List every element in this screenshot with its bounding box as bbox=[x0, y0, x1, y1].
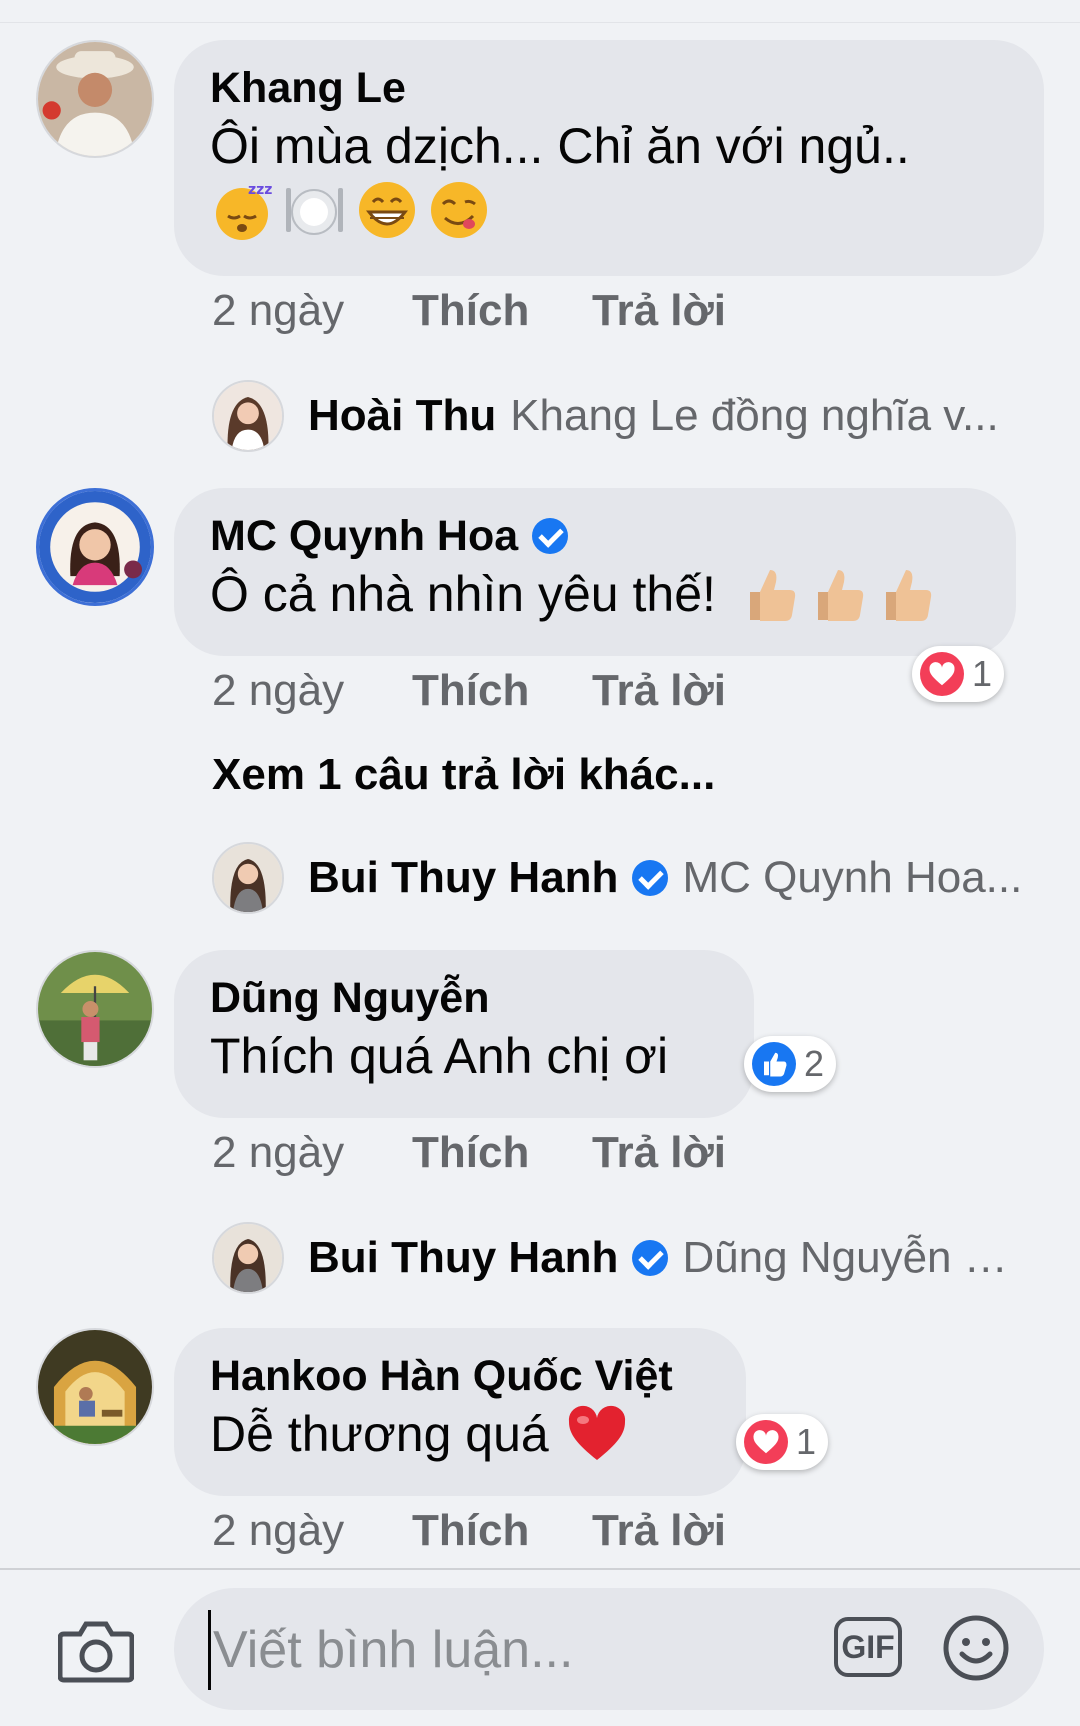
comment-time[interactable]: 2 ngày bbox=[212, 286, 412, 336]
svg-text:zzz: zzz bbox=[248, 182, 272, 198]
reaction-summary[interactable]: 2 bbox=[744, 1036, 837, 1092]
thumbs-up-icon bbox=[736, 562, 800, 626]
thumbs-up-icon bbox=[804, 562, 868, 626]
reply-author-name[interactable]: Bui Thuy Hanh bbox=[308, 853, 618, 903]
comment-author-name[interactable]: MC Quynh Hoa bbox=[210, 510, 518, 562]
reply-author-name[interactable]: Bui Thuy Hanh bbox=[308, 1233, 618, 1283]
comment-emojis: zzz bbox=[210, 178, 1008, 242]
reply-button[interactable]: Trả lời bbox=[592, 1128, 726, 1178]
comment-bubble[interactable]: MC Quynh Hoa Ô cả nhà nhìn yêu thế! bbox=[174, 488, 1016, 656]
comment-text: Ôi mùa dzịch... Chỉ ăn với ngủ.. bbox=[210, 118, 910, 174]
comment-actions: 2 ngày Thích Trả lời bbox=[212, 1128, 726, 1178]
avatar[interactable] bbox=[36, 950, 154, 1068]
love-reaction-icon bbox=[920, 652, 964, 696]
reply-button[interactable]: Trả lời bbox=[592, 1506, 726, 1556]
avatar[interactable] bbox=[36, 1328, 154, 1446]
comment-actions: 2 ngày Thích Trả lời bbox=[212, 666, 726, 716]
like-reaction-icon bbox=[752, 1042, 796, 1086]
comment-time[interactable]: 2 ngày bbox=[212, 666, 412, 716]
comment-actions: 2 ngày Thích Trả lời bbox=[212, 1506, 726, 1556]
reply-author[interactable]: Bui Thuy Hanh bbox=[308, 1233, 669, 1283]
avatar[interactable] bbox=[212, 842, 284, 914]
comment-text-content: Ô cả nhà nhìn yêu thế! bbox=[210, 566, 716, 622]
verified-badge-icon bbox=[632, 860, 669, 896]
reaction-count: 2 bbox=[804, 1043, 825, 1084]
reaction-count: 1 bbox=[796, 1421, 817, 1462]
like-button[interactable]: Thích bbox=[412, 666, 592, 716]
comment-author[interactable]: Hankoo Hàn Quốc Việt bbox=[210, 1350, 710, 1402]
comment-actions: 2 ngày Thích Trả lời bbox=[212, 286, 726, 336]
comment-input[interactable] bbox=[208, 1610, 815, 1690]
reaction-count: 1 bbox=[972, 653, 993, 694]
comment-composer: GIF bbox=[0, 1568, 1080, 1726]
reply-preview[interactable]: Bui Thuy Hanh MC Quynh Hoa... bbox=[212, 842, 1032, 914]
comment-text: Thích quá Anh chị ơi bbox=[210, 1028, 669, 1084]
avatar[interactable] bbox=[212, 380, 284, 452]
comment-time[interactable]: 2 ngày bbox=[212, 1506, 412, 1556]
comment-text: Ô cả nhà nhìn yêu thế! bbox=[210, 562, 980, 626]
love-reaction-icon bbox=[744, 1420, 788, 1464]
reaction-summary[interactable]: 1 bbox=[912, 646, 1005, 702]
thumbs-up-icon bbox=[872, 562, 936, 626]
reply-author[interactable]: Hoài Thu bbox=[308, 391, 496, 441]
like-button[interactable]: Thích bbox=[412, 286, 592, 336]
reply-text: Khang Le đồng nghĩa v... bbox=[510, 391, 999, 440]
comment-author[interactable]: Dũng Nguyễn bbox=[210, 972, 718, 1024]
comment-bubble[interactable]: Dũng Nguyễn Thích quá Anh chị ơi bbox=[174, 950, 754, 1118]
comment-author[interactable]: Khang Le bbox=[210, 62, 1008, 114]
reply-author[interactable]: Bui Thuy Hanh bbox=[308, 853, 669, 903]
sleeping-face-icon: zzz bbox=[210, 178, 274, 242]
like-button[interactable]: Thích bbox=[412, 1506, 592, 1556]
comment-bubble[interactable]: Hankoo Hàn Quốc Việt Dễ thương quá bbox=[174, 1328, 746, 1496]
comment-input-container: GIF bbox=[174, 1588, 1044, 1710]
reaction-summary[interactable]: 1 bbox=[736, 1414, 829, 1470]
reply-text: Dũng Nguyễn Đ... bbox=[682, 1233, 1032, 1282]
reply-button[interactable]: Trả lời bbox=[592, 666, 726, 716]
avatar[interactable] bbox=[36, 40, 154, 158]
red-heart-icon bbox=[565, 1402, 629, 1466]
verified-badge-icon bbox=[632, 1240, 669, 1276]
reply-preview[interactable]: Hoài Thu Khang Le đồng nghĩa v... bbox=[212, 380, 1032, 452]
reply-button[interactable]: Trả lời bbox=[592, 286, 726, 336]
plate-with-cutlery-icon bbox=[282, 178, 346, 242]
top-divider bbox=[0, 22, 1080, 23]
gif-button[interactable]: GIF bbox=[834, 1617, 902, 1677]
comment-author[interactable]: MC Quynh Hoa bbox=[210, 510, 980, 562]
avatar[interactable] bbox=[212, 1222, 284, 1294]
verified-badge-icon bbox=[532, 518, 569, 554]
comment-time[interactable]: 2 ngày bbox=[212, 1128, 412, 1178]
comment-bubble[interactable]: Khang Le Ôi mùa dzịch... Chỉ ăn với ngủ.… bbox=[174, 40, 1044, 276]
view-more-replies-link[interactable]: Xem 1 câu trả lời khác... bbox=[212, 750, 715, 800]
comment-text: Dễ thương quá bbox=[210, 1402, 710, 1466]
smile-icon[interactable] bbox=[942, 1614, 1010, 1682]
like-button[interactable]: Thích bbox=[412, 1128, 592, 1178]
comment-text-content: Dễ thương quá bbox=[210, 1406, 549, 1462]
camera-icon[interactable] bbox=[57, 1618, 135, 1684]
yum-face-icon bbox=[427, 178, 491, 242]
grinning-face-icon bbox=[355, 178, 419, 242]
comment-emojis bbox=[736, 562, 940, 626]
reply-text: MC Quynh Hoa... bbox=[682, 853, 1023, 902]
reply-preview[interactable]: Bui Thuy Hanh Dũng Nguyễn Đ... bbox=[212, 1222, 1032, 1294]
avatar[interactable] bbox=[36, 488, 154, 606]
